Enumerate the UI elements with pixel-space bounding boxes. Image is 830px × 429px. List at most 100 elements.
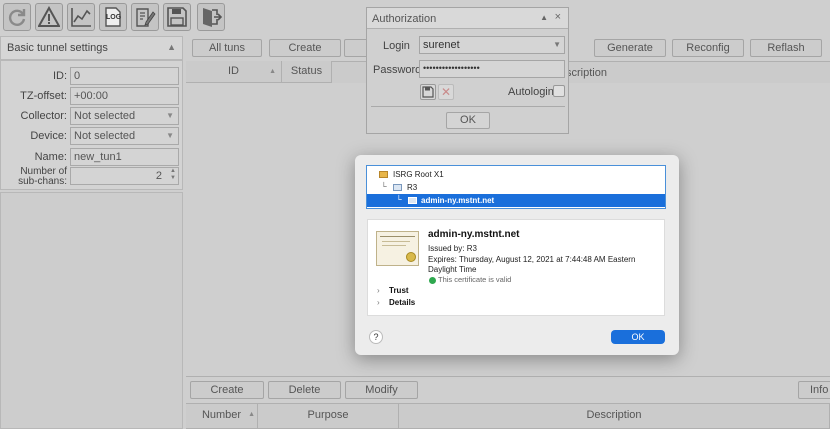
authorization-dialog: Authorization ▲ × Login surenet ▼ Passwo… [366, 7, 569, 134]
collapse-icon[interactable]: ▲ [540, 13, 548, 22]
subchans-label: Number of sub-chans: [18, 167, 67, 187]
certificate-icon [393, 184, 402, 191]
device-select[interactable]: Not selected ▼ [70, 127, 179, 145]
chain-item-label: R3 [407, 183, 418, 192]
id-label: ID: [52, 70, 67, 82]
login-value: surenet [423, 39, 460, 51]
subchans-stepper[interactable]: 2 ▲ ▼ [70, 167, 179, 185]
close-icon[interactable]: × [555, 11, 561, 23]
reconfig-button[interactable]: Reconfig [672, 39, 744, 57]
panel-title: Basic tunnel settings [7, 42, 108, 54]
auth-ok-button[interactable]: OK [446, 112, 490, 129]
certificate-chain: ISRG Root X1 └ R3 └ admin-ny.mstnt.net [366, 165, 666, 209]
collector-value: Not selected [74, 110, 136, 122]
exit-button[interactable] [197, 3, 225, 31]
create-tunnel-button[interactable]: Create [269, 39, 341, 57]
save-icon [422, 86, 434, 98]
refresh-button[interactable] [3, 3, 31, 31]
password-field[interactable]: •••••••••••••••••• [419, 60, 565, 78]
chain-item-intermediate[interactable]: └ R3 [367, 181, 665, 194]
chain-item-label: ISRG Root X1 [393, 170, 444, 179]
trust-label: Trust [389, 286, 409, 295]
password-label: Password [373, 64, 422, 76]
modify-button[interactable]: Modify [345, 381, 418, 399]
partial-button[interactable] [344, 39, 368, 57]
chevron-down-icon[interactable]: ▼ [553, 40, 561, 49]
left-lower-panel [0, 192, 183, 429]
dialog-title: Authorization [372, 13, 437, 25]
collector-select[interactable]: Not selected ▼ [70, 107, 179, 125]
certificate-ok-button[interactable]: OK [611, 330, 665, 344]
name-field[interactable]: new_tun1 [70, 148, 179, 166]
expires-line2: Daylight Time [428, 265, 477, 274]
id-row: ID: 0 [0, 67, 183, 87]
reflash-button[interactable]: Reflash [750, 39, 822, 57]
column-id[interactable]: ID ▲ [186, 61, 282, 83]
badge-line [382, 241, 410, 242]
sort-icon: ▲ [269, 68, 276, 75]
chevron-down-icon: ▼ [166, 111, 174, 120]
certificate-details: admin-ny.mstnt.net Issued by: R3 Expires… [367, 219, 665, 316]
certificate-icon [379, 171, 388, 178]
chevron-right-icon: › [377, 298, 380, 307]
column-sub-description[interactable]: Description [399, 403, 830, 429]
save-button[interactable] [163, 3, 191, 31]
tree-branch-icon: └ [381, 182, 387, 191]
expires-line1: Expires: Thursday, August 12, 2021 at 7:… [428, 255, 636, 264]
column-status[interactable]: Status [282, 61, 332, 83]
chevron-down-icon: ▼ [166, 131, 174, 140]
help-button[interactable]: ? [369, 330, 383, 344]
refresh-icon [8, 9, 26, 26]
subchans-value: 2 [155, 170, 162, 182]
save-credentials-button[interactable] [420, 84, 436, 100]
badge-line [380, 236, 415, 237]
exit-icon [203, 8, 222, 27]
autologin-checkbox[interactable] [553, 85, 565, 97]
column-id-label: ID [228, 65, 239, 77]
tz-offset-field[interactable]: +00:00 [70, 87, 179, 105]
edit-icon [136, 8, 156, 27]
device-row: Device: Not selected ▼ [0, 127, 183, 147]
badge-line [382, 245, 406, 246]
info-button[interactable]: Info [798, 381, 830, 399]
badge-seal [406, 252, 416, 262]
log-button[interactable]: LOG [99, 3, 127, 31]
certificate-subject: admin-ny.mstnt.net [428, 229, 520, 240]
trust-disclosure[interactable]: › Trust [377, 286, 497, 298]
basic-tunnel-settings-header[interactable]: Basic tunnel settings ▲ [0, 36, 183, 60]
login-field[interactable]: surenet ▼ [419, 36, 565, 54]
valid-status: This certificate is valid [438, 275, 512, 284]
delete-credentials-button[interactable]: ✕ [438, 84, 454, 100]
generate-button[interactable]: Generate [594, 39, 666, 57]
autologin-label: Autologin [508, 86, 554, 98]
collector-row: Collector: Not selected ▼ [0, 107, 183, 127]
stepper-arrows-icon[interactable]: ▲ ▼ [170, 168, 176, 182]
chart-icon [71, 8, 91, 27]
column-number-label: Number [201, 409, 242, 421]
device-value: Not selected [74, 130, 136, 142]
tz-label: TZ-offset: [20, 90, 67, 102]
delete-icon: ✕ [440, 85, 452, 99]
chain-item-root[interactable]: ISRG Root X1 [367, 168, 665, 181]
chain-item-leaf[interactable]: └ admin-ny.mstnt.net [367, 194, 665, 207]
chevron-right-icon: › [377, 286, 380, 295]
subchans-row: Number of sub-chans: 2 ▲ ▼ [0, 167, 183, 189]
valid-check-icon [429, 277, 436, 284]
id-field[interactable]: 0 [70, 67, 179, 85]
details-disclosure[interactable]: › Details [377, 298, 497, 310]
dialog-titlebar[interactable]: Authorization ▲ × [367, 8, 568, 29]
details-label: Details [389, 298, 416, 307]
warning-button[interactable] [35, 3, 63, 31]
column-number[interactable]: Number ▲ [186, 403, 258, 429]
delete-button[interactable]: Delete [268, 381, 341, 399]
edit-button[interactable] [131, 3, 159, 31]
issued-by: Issued by: R3 [428, 244, 477, 253]
all-tuns-button[interactable]: All tuns [192, 39, 262, 57]
create-subchan-button[interactable]: Create [190, 381, 264, 399]
column-purpose[interactable]: Purpose [258, 403, 399, 429]
column-description[interactable]: scription [566, 67, 607, 79]
save-icon [167, 7, 187, 27]
name-label: Name: [34, 151, 67, 163]
name-row: Name: new_tun1 [0, 148, 183, 168]
chart-button[interactable] [67, 3, 95, 31]
